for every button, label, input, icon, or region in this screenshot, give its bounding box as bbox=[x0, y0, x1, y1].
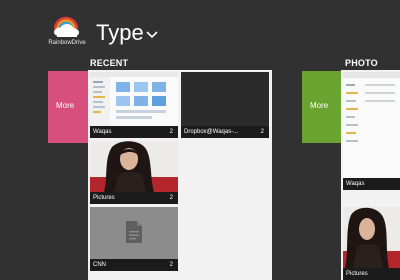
tile-count: 2 bbox=[169, 129, 173, 135]
tile-photo bbox=[90, 141, 178, 192]
tile-name: Waqas bbox=[93, 129, 112, 135]
tile-bar: Dropbox@Waqas-... 2 bbox=[181, 126, 269, 138]
more-label: More bbox=[310, 101, 329, 110]
tile-name: Pictures bbox=[93, 195, 115, 201]
tile-bar: Pictures 2 bbox=[90, 192, 178, 204]
section-label-photo: PHOTO bbox=[345, 58, 378, 68]
tile-pictures[interactable]: Pictures 2 bbox=[90, 141, 178, 204]
tile-name: Pictures bbox=[346, 271, 368, 277]
more-button-recent[interactable]: More bbox=[48, 71, 88, 143]
tile-bar: Pictures bbox=[343, 268, 400, 280]
rainbowdrive-logo: RainbowDrive bbox=[47, 13, 86, 49]
tile-photo-pictures[interactable]: Pictures bbox=[343, 207, 400, 280]
tile-name: Dropbox@Waqas-... bbox=[184, 129, 239, 135]
tile-name: CNN bbox=[93, 262, 106, 268]
tile-name: Waqas bbox=[346, 181, 365, 187]
tile-photo bbox=[343, 207, 400, 268]
tile-cnn[interactable]: CNN 2 bbox=[90, 207, 178, 271]
tile-bar: Waqas bbox=[343, 178, 400, 190]
tile-bar: Waqas 2 bbox=[90, 126, 178, 138]
tile-waqas[interactable]: Waqas 2 bbox=[90, 72, 178, 138]
more-button-photo[interactable]: More bbox=[302, 71, 342, 143]
tile-count: 2 bbox=[169, 195, 173, 201]
document-icon bbox=[126, 221, 142, 243]
tile-dropbox[interactable]: Dropbox@Waqas-... 2 bbox=[181, 72, 269, 138]
tile-bar: CNN 2 bbox=[90, 259, 178, 271]
section-label-recent: RECENT bbox=[90, 58, 129, 68]
photo-panel: Waqas Pictures bbox=[341, 70, 400, 280]
tile-thumbnail bbox=[90, 72, 178, 126]
tile-photo-waqas[interactable]: Waqas bbox=[343, 72, 400, 190]
chevron-down-icon[interactable] bbox=[146, 31, 158, 39]
logo-text: RainbowDrive bbox=[48, 40, 86, 46]
tile-count: 2 bbox=[169, 262, 173, 268]
tile-thumbnail bbox=[343, 72, 400, 178]
tile-count: 2 bbox=[260, 129, 264, 135]
rainbow-cloud-icon bbox=[53, 16, 79, 37]
more-label: More bbox=[56, 101, 75, 110]
page-title[interactable]: Type bbox=[96, 20, 144, 46]
recent-panel: Waqas 2 Dropbox@Waqas-... 2 Pictures 2 C… bbox=[88, 70, 272, 280]
